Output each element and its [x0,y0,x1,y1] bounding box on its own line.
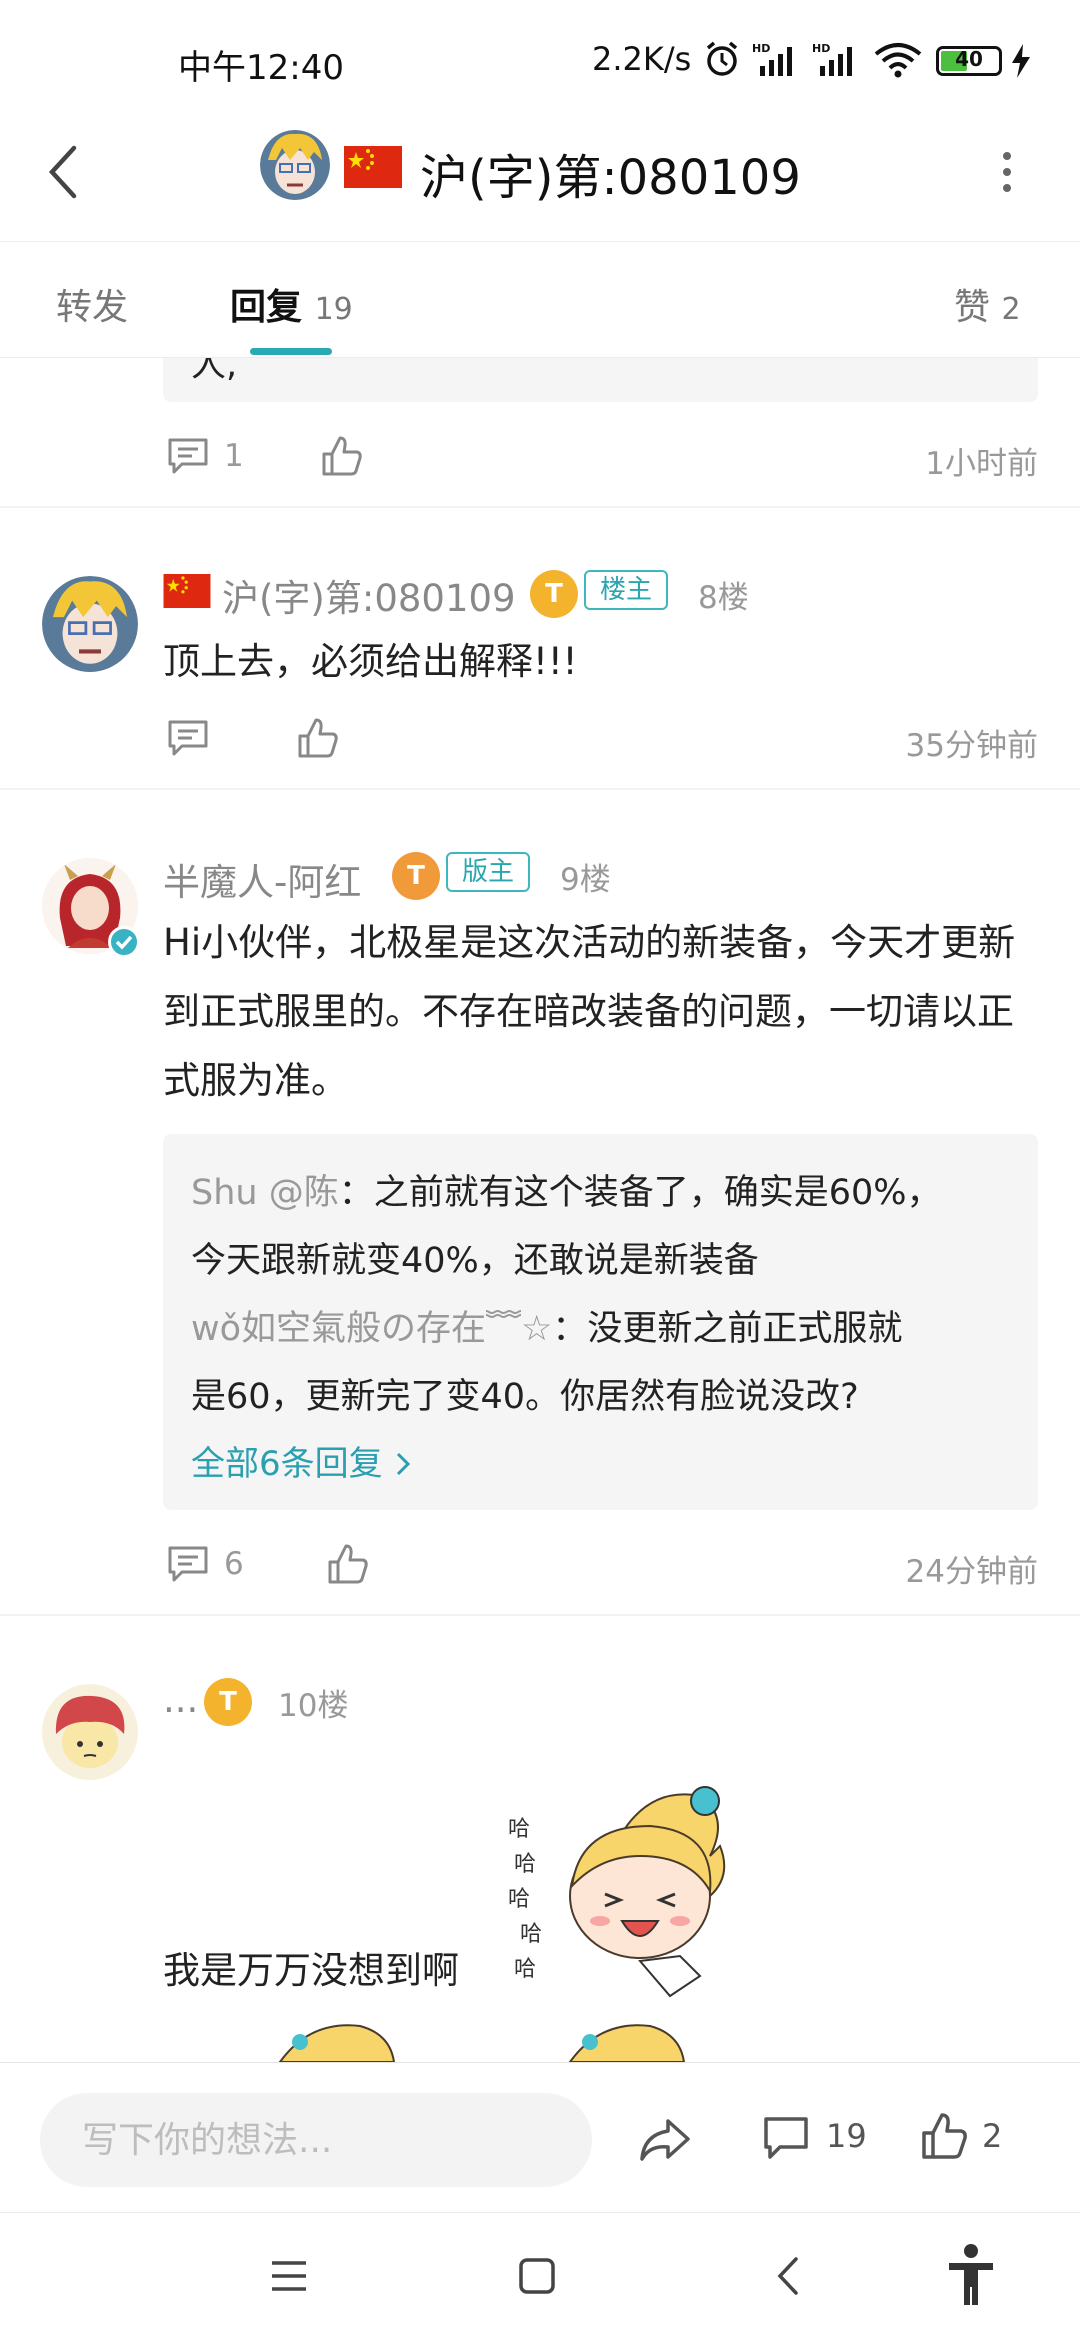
post-author[interactable]: 沪(字)第:080109 [222,568,516,622]
page-title: 沪(字)第:080109 [420,150,801,206]
sticker-image[interactable]: 哈 哈 哈 哈 哈 [500,1776,740,2016]
divider [0,1614,1080,1616]
signal-hd-icon-2: HD [812,42,852,76]
alarm-icon [706,41,738,76]
tab-active-indicator [250,348,332,355]
comment-icon[interactable] [166,1544,210,1584]
svg-text:哈: 哈 [508,1887,530,1912]
avatar-image [260,130,330,200]
china-flag-icon [344,146,402,188]
back-arrow-icon[interactable] [46,144,82,200]
bottom-action-bar: 19 2 [0,2062,1080,2212]
battery-icon: 40 [936,46,1002,76]
level-badge-icon: T [530,570,578,618]
tab-repost-label: 转发 [56,287,129,328]
divider [0,788,1080,790]
reply-preview-box[interactable]: Shu @陈：之前就有这个装备了，确实是60%， 今天跟新就变40%，还敢说是新… [163,1134,1038,1510]
post-author[interactable]: 半魔人-阿红 [163,852,361,906]
header: 沪(字)第:080109 [0,120,1080,242]
system-nav-bar [0,2212,1080,2340]
all-replies-label: 全部6条回复 [191,1444,383,1484]
prev-post-time: 1小时前 [925,446,1038,482]
sticker-image [568,2024,686,2062]
post-content: Hi小伙伴，北极星是这次活动的新装备，今天才更新到正式服里的。不存在暗改装备的问… [163,921,1016,1102]
network-speed: 2.2K/s [592,40,692,78]
tab-replies-count: 19 [314,292,353,327]
post-content: 我是万万没想到啊 [163,1949,459,1992]
post-author[interactable]: ... [163,1678,198,1721]
role-badge: 版主 [446,852,531,892]
reply-preview-line: Shu @陈：之前就有这个装备了，确实是60%， [191,1164,942,1215]
wifi-icon [874,43,922,78]
tab-bar: 转发 回复 19 赞 2 [0,242,1080,358]
reply-author[interactable]: wǒ如空氣般の存在﹌☆ [191,1309,552,1349]
like-icon[interactable] [920,2111,968,2161]
avatar[interactable] [42,1684,138,1780]
more-vertical-icon[interactable] [998,148,1016,198]
charging-icon [1012,44,1030,78]
comment-icon[interactable] [166,436,210,476]
prev-quote-box: 人, [163,358,1038,402]
reply-preview-line: wǒ如空氣般の存在﹌☆：没更新之前正式服就 [191,1300,902,1351]
menu-icon[interactable] [270,2259,308,2293]
verified-icon [108,926,140,958]
header-avatar[interactable] [260,130,330,200]
all-replies-link[interactable]: 全部6条回复 [191,1436,413,1485]
china-flag-icon [163,574,211,608]
svg-text:HD: HD [752,42,770,55]
tab-likes-count: 2 [1001,292,1021,327]
floor-number: 10楼 [278,1688,349,1724]
status-bar: 中午12:40 2.2K/s HD HD 40 [0,0,1080,120]
tab-repost[interactable]: 转发 [56,278,128,330]
avatar-image [42,576,138,672]
back-icon[interactable] [774,2255,802,2297]
accessibility-icon[interactable] [946,2243,996,2309]
tab-likes-label: 赞 [954,287,991,328]
role-badge: 楼主 [584,570,669,610]
home-icon[interactable] [518,2257,556,2295]
comment-icon[interactable] [762,2115,810,2163]
bottom-comment-count: 19 [826,2117,867,2155]
svg-text:HD: HD [812,42,830,55]
like-icon[interactable] [326,1542,370,1586]
signal-hd-icon-1: HD [752,42,792,76]
status-time: 中午12:40 [178,48,344,88]
prev-comment-count: 1 [224,438,244,474]
svg-text:哈: 哈 [520,1922,542,1947]
tab-likes[interactable]: 赞 2 [954,278,1021,330]
bottom-like-count: 2 [982,2117,1003,2155]
prev-quote-text: 人, [191,358,238,385]
reply-input[interactable] [40,2093,592,2187]
post-time: 24分钟前 [905,1554,1038,1590]
comment-count: 6 [224,1546,244,1582]
like-icon[interactable] [320,434,364,478]
comment-icon[interactable] [166,718,210,758]
reply-text: ：没更新之前正式服就 [552,1309,903,1349]
post-content: 顶上去，必须给出解释!!! [163,640,578,683]
reply-author[interactable]: Shu @陈 [191,1173,339,1213]
level-badge-icon: T [204,1678,252,1726]
like-icon[interactable] [296,716,340,760]
floor-number: 8楼 [698,580,749,616]
battery-level: 40 [955,47,983,71]
floor-number: 9楼 [560,862,611,898]
avatar[interactable] [42,576,138,672]
tab-replies[interactable]: 回复 19 [230,278,353,330]
reply-text: ：之前就有这个装备了，确实是60%， [338,1173,942,1213]
avatar-image [42,1684,138,1780]
svg-text:哈: 哈 [514,1957,536,1982]
post-time: 35分钟前 [905,728,1038,764]
tab-replies-label: 回复 [230,287,303,328]
share-icon[interactable] [638,2115,692,2165]
svg-text:哈: 哈 [514,1852,536,1877]
reply-text-line: 是60，更新完了变40。你居然有脸说没改? [191,1377,859,1417]
divider [0,506,1080,508]
chevron-right-icon [397,1452,411,1476]
reply-text-line: 今天跟新就变40%，还敢说是新装备 [191,1241,759,1281]
sticker-image [278,2024,396,2062]
level-badge-icon: T [392,852,440,900]
svg-text:哈: 哈 [508,1817,530,1842]
